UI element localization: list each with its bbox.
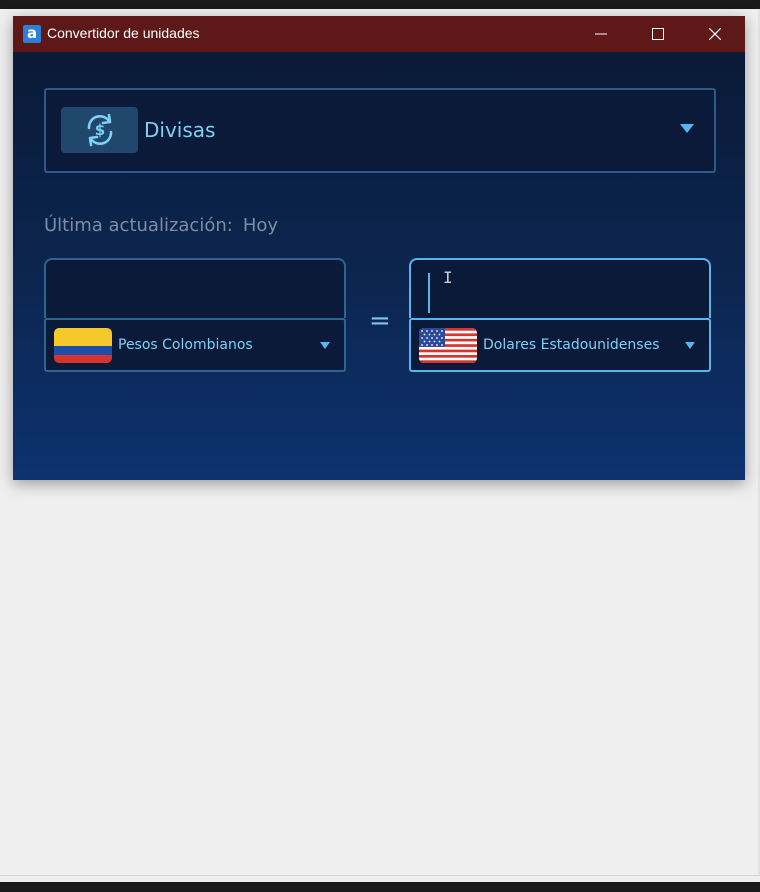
usa-flag-icon (419, 328, 477, 363)
title-bar[interactable]: a Convertidor de unidades (13, 16, 745, 52)
last-update-text: Última actualización: Hoy (44, 215, 288, 236)
maximize-icon (652, 28, 664, 40)
text-caret (428, 273, 430, 313)
equals-sign: = (369, 306, 391, 336)
svg-text:$: $ (95, 121, 105, 139)
category-icon-box: $ (61, 107, 138, 153)
taskbar (0, 882, 760, 892)
window-title: Convertidor de unidades (47, 25, 200, 41)
colombia-flag-icon (54, 328, 112, 363)
close-icon (709, 28, 721, 40)
category-label: Divisas (144, 118, 216, 142)
app-icon: a (23, 25, 41, 43)
converter-window: a Convertidor de unidades $ Divisas Últi… (13, 16, 745, 480)
from-converter: Pesos Colombianos (44, 258, 346, 372)
minimize-button[interactable] (573, 16, 630, 52)
chevron-down-icon (320, 342, 330, 349)
from-currency-dropdown[interactable]: Pesos Colombianos (44, 318, 346, 372)
ibeam-cursor-icon: I (443, 268, 453, 287)
taskbar-divider (0, 875, 760, 876)
to-currency-dropdown[interactable]: Dolares Estadounidenses (409, 318, 711, 372)
last-update-label: Última actualización: (44, 215, 233, 236)
to-currency-label: Dolares Estadounidenses (483, 337, 660, 353)
category-dropdown[interactable]: $ Divisas (44, 88, 716, 173)
minimize-icon (595, 33, 607, 35)
to-converter: I Dolares Estadounidenses (409, 258, 711, 372)
currency-exchange-icon: $ (87, 113, 113, 147)
to-amount-input[interactable]: I (409, 258, 711, 318)
chevron-down-icon (685, 342, 695, 349)
client-area: $ Divisas Última actualización: Hoy Pesos… (13, 52, 745, 480)
screen-top-border (0, 0, 760, 9)
from-amount-input[interactable] (44, 258, 346, 318)
chevron-down-icon (680, 124, 694, 133)
maximize-button[interactable] (630, 16, 687, 52)
last-update-value: Hoy (242, 215, 279, 236)
close-button[interactable] (687, 16, 744, 52)
from-currency-label: Pesos Colombianos (118, 337, 253, 353)
